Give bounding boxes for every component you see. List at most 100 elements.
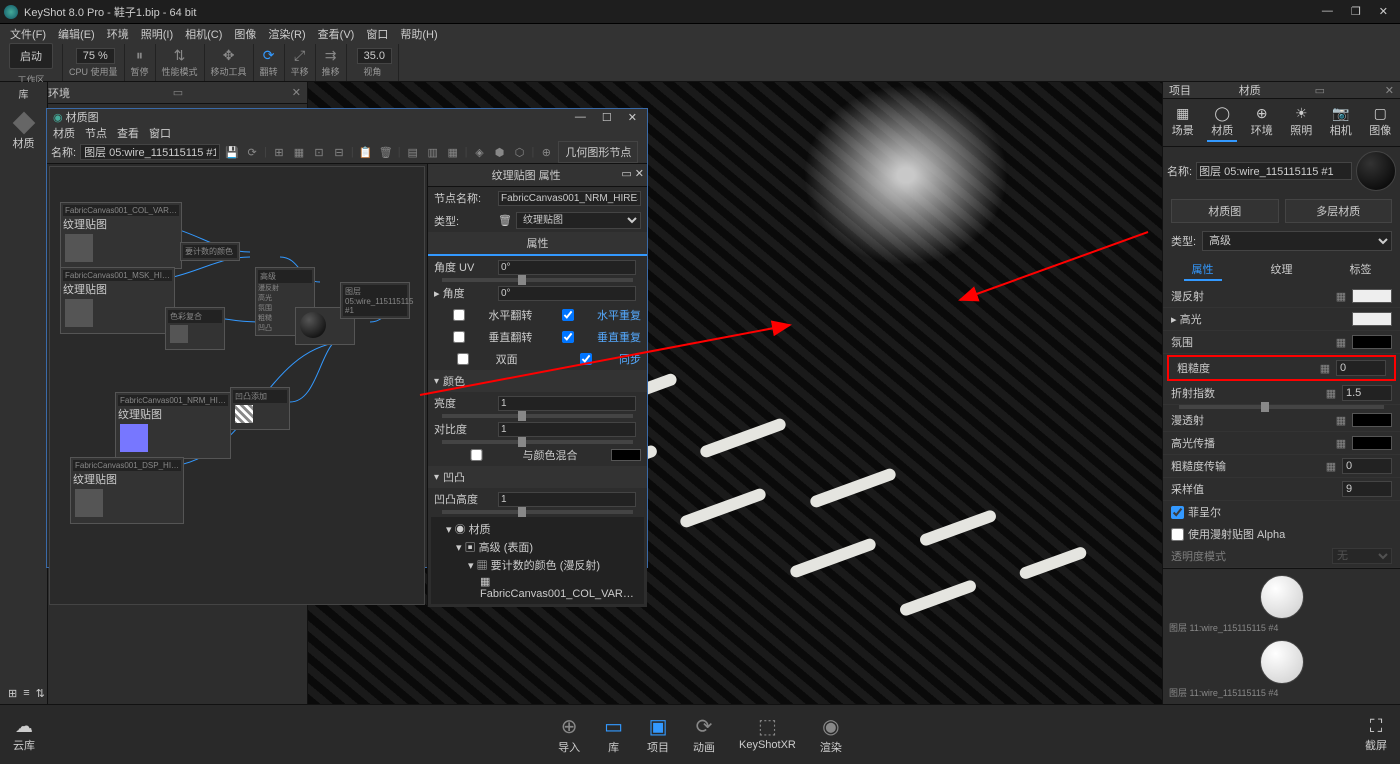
tool-icon[interactable]: ▤ xyxy=(405,144,421,160)
transmit-swatch[interactable] xyxy=(1352,413,1392,427)
mg-menu-mat[interactable]: 材质 xyxy=(53,125,75,141)
tex-icon[interactable]: ▦ xyxy=(1324,460,1338,473)
tex-icon[interactable]: ▦ xyxy=(1334,414,1348,427)
pin-icon[interactable]: ▭ ✕ xyxy=(621,167,644,180)
kxr-button[interactable]: ⬚KeyShotXR xyxy=(731,710,804,759)
bumph-field[interactable] xyxy=(498,492,636,507)
tab-scene[interactable]: ▦场景 xyxy=(1168,103,1198,142)
menu-img[interactable]: 图像 xyxy=(230,26,260,42)
mini-mat-ball2[interactable] xyxy=(1260,640,1304,684)
node-colorcount[interactable]: 要计数的颜色 xyxy=(180,242,240,261)
anim-button[interactable]: ⟳动画 xyxy=(685,710,723,759)
mg-name-input[interactable] xyxy=(80,144,220,160)
multi-mat-button[interactable]: 多层材质 xyxy=(1285,199,1393,223)
mg-min-icon[interactable]: ― xyxy=(575,111,586,124)
tool-icon[interactable]: ⟳ xyxy=(244,144,260,160)
geom-button[interactable]: 几何图形节点 xyxy=(558,141,638,163)
panel-undock-icon[interactable]: ▭ xyxy=(167,86,189,99)
tool-icon[interactable]: ⊞ xyxy=(271,144,287,160)
range-swatch[interactable] xyxy=(1352,335,1392,349)
tool-icon[interactable]: ⬡ xyxy=(512,144,528,160)
maximize-icon[interactable]: ❐ xyxy=(1351,5,1361,18)
lum-field[interactable] xyxy=(498,396,636,411)
menu-view[interactable]: 查看(V) xyxy=(314,26,359,42)
menu-edit[interactable]: 编辑(E) xyxy=(54,26,99,42)
hrep-check[interactable] xyxy=(543,309,593,321)
tex-icon[interactable]: ▦ xyxy=(1334,336,1348,349)
color-section[interactable]: 颜色 xyxy=(443,373,465,389)
node-tex4[interactable]: FabricCanvas001_DSP_HI…纹理贴图 xyxy=(70,457,184,524)
tool-icon[interactable]: ⬢ xyxy=(492,144,508,160)
blend-swatch[interactable] xyxy=(611,449,641,461)
dside-check[interactable] xyxy=(434,353,492,365)
subtab-texture[interactable]: 纹理 xyxy=(1263,259,1301,281)
node-tex1[interactable]: FabricCanvas001_COL_VAR…纹理贴图 xyxy=(60,202,182,269)
menu-cam[interactable]: 相机(C) xyxy=(181,26,226,42)
tex-icon[interactable]: ▦ xyxy=(1324,387,1338,400)
tool-icon[interactable]: 🗑 xyxy=(378,144,394,160)
menu-file[interactable]: 文件(F) xyxy=(6,26,50,42)
pan-icon[interactable]: ⤢ xyxy=(294,47,305,64)
menu-help[interactable]: 帮助(H) xyxy=(396,26,441,42)
mg-menu-view[interactable]: 查看 xyxy=(117,125,139,141)
node-graph-canvas[interactable]: FabricCanvas001_COL_VAR…纹理贴图 FabricCanva… xyxy=(49,166,425,605)
subtab-props[interactable]: 属性 xyxy=(1184,259,1222,281)
perf-icon[interactable]: ⇅ xyxy=(174,47,186,64)
prop-tab[interactable]: 属性 xyxy=(527,238,549,250)
tool-icon[interactable]: ▥ xyxy=(425,144,441,160)
dolly-icon[interactable]: ⇉ xyxy=(325,47,337,64)
rough-field[interactable] xyxy=(1336,360,1386,376)
lib-button[interactable]: ▭库 xyxy=(596,710,631,759)
hflip-check[interactable] xyxy=(434,309,484,321)
diffuse-swatch[interactable] xyxy=(1352,289,1392,303)
angle-field[interactable] xyxy=(498,286,636,301)
tool-icon[interactable]: ⊕ xyxy=(538,144,554,160)
mini-mat-ball[interactable] xyxy=(1260,575,1304,619)
tool-icon[interactable]: ◈ xyxy=(472,144,488,160)
bumph-slider[interactable] xyxy=(442,510,633,514)
fresnel-checkbox[interactable] xyxy=(1171,506,1184,519)
tab-env[interactable]: ⊕环境 xyxy=(1247,103,1277,142)
move-icon[interactable]: ✥ xyxy=(223,47,235,64)
angleuv-slider[interactable] xyxy=(442,278,633,282)
prop-spec[interactable]: 高光 xyxy=(1180,314,1202,326)
ior-field[interactable] xyxy=(1342,385,1392,401)
tool-icon[interactable]: 📋 xyxy=(358,144,374,160)
node-type-select[interactable]: 纹理贴图 xyxy=(516,212,641,229)
mat-name-input[interactable] xyxy=(1196,162,1352,180)
contrast-slider[interactable] xyxy=(442,440,633,444)
vflip-check[interactable] xyxy=(434,331,484,343)
vrep-check[interactable] xyxy=(543,331,593,343)
subtab-label[interactable]: 标签 xyxy=(1342,259,1380,281)
angle-label[interactable]: 角度 xyxy=(443,288,465,300)
pause-icon[interactable]: ⏸ xyxy=(136,47,143,64)
start-button[interactable]: 启动 xyxy=(9,43,53,69)
alpha-checkbox[interactable] xyxy=(1171,528,1184,541)
angleuv-field[interactable] xyxy=(498,260,636,275)
sync-check[interactable] xyxy=(557,353,615,365)
tool-icon[interactable]: ▦ xyxy=(445,144,461,160)
list-icon[interactable]: ≡ xyxy=(23,687,29,700)
render-button[interactable]: ◉渲染 xyxy=(812,710,850,759)
minimize-icon[interactable]: ― xyxy=(1322,5,1333,18)
menu-light[interactable]: 照明(I) xyxy=(137,26,177,42)
node-output[interactable]: 图层 05:wire_115115115 #1 xyxy=(340,282,410,319)
mg-menu-win[interactable]: 窗口 xyxy=(149,125,171,141)
tool-icon[interactable]: ⊟ xyxy=(331,144,347,160)
mg-menu-node[interactable]: 节点 xyxy=(85,125,107,141)
tex-icon[interactable]: ▦ xyxy=(1334,437,1348,450)
sort-icon[interactable]: ⇅ xyxy=(36,687,45,700)
roughtrans-field[interactable] xyxy=(1342,458,1392,474)
tool-icon[interactable]: ▦ xyxy=(291,144,307,160)
proj-undock-icon[interactable]: ▭ xyxy=(1309,84,1331,97)
node-tex2[interactable]: FabricCanvas001_MSK_HI…纹理贴图 xyxy=(60,267,175,334)
tab-light[interactable]: ☀照明 xyxy=(1286,103,1316,142)
menu-window[interactable]: 窗口 xyxy=(362,26,392,42)
node-tex3[interactable]: FabricCanvas001_NRM_HI…纹理贴图 xyxy=(115,392,231,459)
screenshot-button[interactable]: ⛶截屏 xyxy=(1352,716,1400,753)
cloud-button[interactable]: ☁云库 xyxy=(0,716,48,753)
node-bump[interactable]: 凹凸添加 xyxy=(230,387,290,430)
ior-slider[interactable] xyxy=(1179,405,1384,409)
tool-icon[interactable]: ⊡ xyxy=(311,144,327,160)
persp-field[interactable]: 35.0 xyxy=(357,48,392,64)
